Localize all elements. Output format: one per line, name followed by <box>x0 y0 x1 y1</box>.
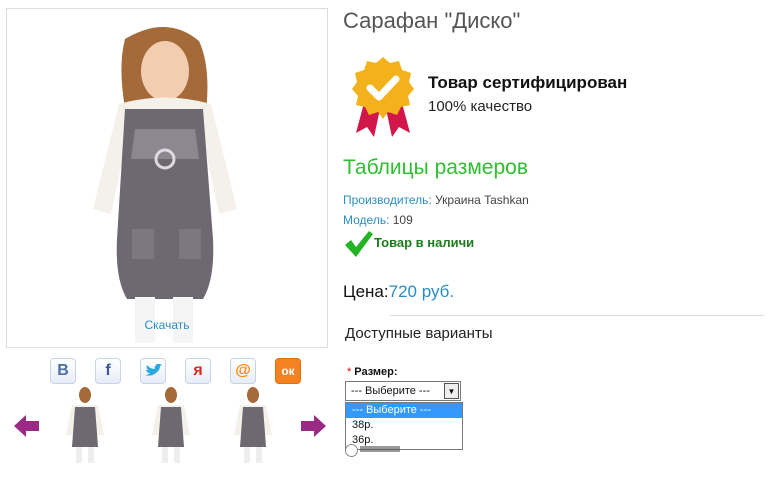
thumbnail-3[interactable] <box>228 385 278 465</box>
certificate-title: Товар сертифицирован <box>428 73 628 92</box>
size-label: * Размер: <box>347 366 398 378</box>
variants-heading: Доступные варианты <box>345 325 493 342</box>
twitter-share-icon[interactable] <box>140 358 166 384</box>
certified-badge-icon <box>350 55 416 139</box>
size-option[interactable]: --- Выберите --- <box>346 403 462 418</box>
moikrug-share-icon[interactable]: я <box>185 358 211 384</box>
size-select[interactable]: --- Выберите --- ▼ <box>345 381 461 401</box>
thumbnail-1[interactable] <box>60 385 110 465</box>
thumbnail-2[interactable] <box>146 385 196 465</box>
facebook-share-icon[interactable]: f <box>95 358 121 384</box>
model-row: Модель: 109 <box>343 213 413 227</box>
manufacturer-row: Производитель: Украина Tashkan <box>343 193 529 207</box>
size-option[interactable]: 38р. <box>346 418 462 433</box>
vk-share-icon[interactable]: В <box>50 358 76 384</box>
stock-status: Товар в наличи <box>374 235 475 250</box>
product-title: Сарафан "Диско" <box>343 8 521 33</box>
divider <box>390 315 764 316</box>
size-label-text: Размер: <box>354 366 398 378</box>
main-product-image[interactable] <box>6 8 328 348</box>
odnoklassniki-share-icon[interactable]: ок <box>275 358 301 384</box>
download-link[interactable]: Скачать <box>6 318 328 332</box>
size-tables-link[interactable]: Таблицы размеров <box>343 156 528 180</box>
price-value: 720 руб. <box>388 282 455 301</box>
radio-label-obscured <box>360 446 400 452</box>
certificate-subtitle: 100% качество <box>428 98 533 115</box>
prev-arrow-icon[interactable] <box>14 414 40 438</box>
radio-button[interactable] <box>345 444 358 457</box>
manufacturer-value: Украина Tashkan <box>431 193 529 207</box>
model-value: 109 <box>389 213 413 227</box>
price-row: Цена:720 руб. <box>343 282 454 302</box>
chevron-down-icon[interactable]: ▼ <box>444 383 459 399</box>
mailru-share-icon[interactable]: @ <box>230 358 256 384</box>
price-label: Цена: <box>343 282 389 301</box>
green-check-icon <box>343 230 373 258</box>
next-arrow-icon[interactable] <box>300 414 326 438</box>
size-select-value: --- Выберите --- <box>351 385 430 397</box>
manufacturer-label: Производитель: <box>343 193 432 207</box>
required-mark: * <box>347 366 352 378</box>
size-dropdown-list: --- Выберите --- 38р. 36р. <box>345 402 463 450</box>
model-label: Модель: <box>343 213 390 227</box>
